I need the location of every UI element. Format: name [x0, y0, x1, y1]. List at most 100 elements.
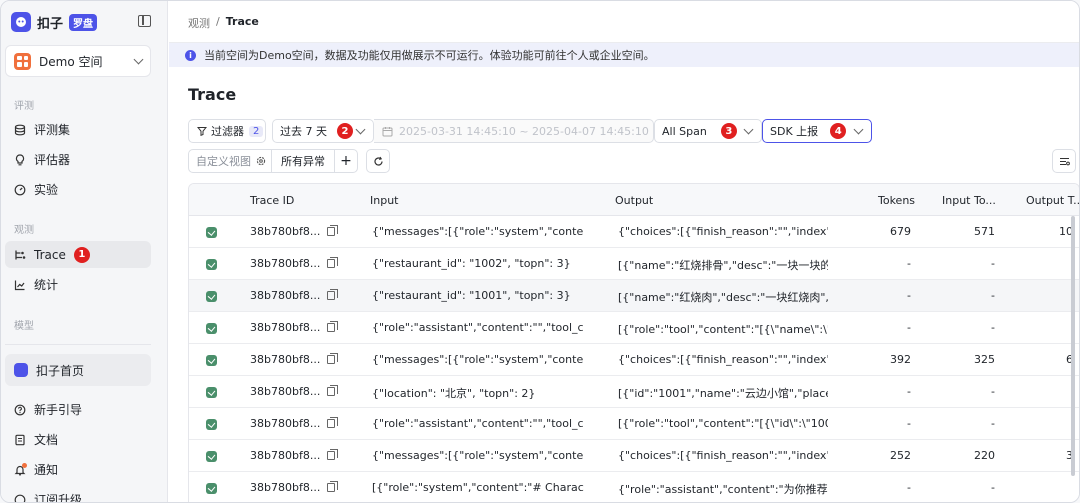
table-row[interactable]: 38b780bf8... [{"role":"system","content":… [189, 472, 1079, 502]
input-tokens-cell: 220 [974, 449, 995, 462]
col-input[interactable]: Input [370, 194, 398, 207]
bell-icon [14, 462, 27, 476]
coze-logo-icon [14, 363, 28, 377]
trace-id-cell: 38b780bf8... [250, 353, 321, 366]
sidebar-collapse-icon[interactable] [138, 15, 151, 27]
col-input-tokens[interactable]: Input To... [942, 194, 996, 207]
status-success-icon [206, 259, 217, 270]
sidebar-item-label: 实验 [34, 183, 59, 197]
input-cell: {"messages":[{"role":"system","content":… [372, 449, 584, 462]
section-eval: 评测 [14, 101, 34, 112]
copy-icon[interactable] [327, 321, 338, 332]
status-success-icon [206, 227, 217, 238]
input-tokens-cell: 325 [974, 353, 995, 366]
input-cell: {"location": "北京", "topn": 2} [372, 387, 536, 400]
col-output-tokens[interactable]: Output T... [1026, 194, 1079, 207]
chevron-down-icon [133, 54, 144, 64]
sidebar-item-evaluator[interactable]: 评估器 [5, 146, 151, 173]
brand-name: 扣子 [37, 16, 64, 32]
sidebar-item-docs[interactable]: 文档 [5, 426, 151, 453]
column-settings-button[interactable] [1052, 149, 1076, 173]
copy-icon[interactable] [327, 225, 338, 236]
all-errors-view[interactable]: 所有异常 [271, 149, 335, 173]
sidebar-item-dataset[interactable]: 评测集 [5, 116, 151, 143]
table-header: Trace ID Input Output Tokens Input To...… [189, 184, 1079, 216]
sidebar-item-label: 文档 [34, 433, 59, 447]
table-row[interactable]: 38b780bf8... {"location": "北京", "topn": 2… [189, 376, 1079, 408]
trace-id-cell: 38b780bf8... [250, 289, 321, 302]
table-row[interactable]: 38b780bf8... {"messages":[{"role":"system… [189, 440, 1079, 472]
document-icon [14, 434, 26, 446]
table-row[interactable]: 38b780bf8... {"messages":[{"role":"system… [189, 216, 1079, 248]
breadcrumb-parent[interactable]: 观测 [188, 15, 210, 31]
copy-icon[interactable] [327, 449, 338, 460]
sidebar-item-guide[interactable]: 新手引导 [5, 396, 151, 423]
table-row[interactable]: 38b780bf8... {"restaurant_id": "1002", "t… [189, 248, 1079, 280]
copy-icon[interactable] [327, 353, 338, 364]
source-select[interactable]: SDK 上报 4 [762, 119, 872, 143]
sidebar-item-experiment[interactable]: 实验 [5, 176, 151, 203]
input-cell: {"messages":[{"role":"system","content":… [372, 353, 584, 366]
annotation-badge-2: 2 [337, 123, 353, 139]
brand-badge: 罗盘 [69, 13, 98, 31]
coze-home-button[interactable]: 扣子首页 [5, 354, 151, 386]
trace-icon [14, 249, 26, 261]
table-row[interactable]: 38b780bf8... {"role":"assistant","content… [189, 408, 1079, 440]
all-errors-label: 所有异常 [281, 155, 325, 168]
sidebar: 扣子 罗盘 Demo 空间 评测 评测集 评估器 实验 观测 Trace 1 统… [1, 1, 168, 502]
trace-id-cell: 38b780bf8... [250, 481, 321, 494]
table-scrollbar[interactable] [1071, 216, 1075, 476]
brand[interactable]: 扣子 罗盘 [11, 11, 98, 33]
input-cell: {"role":"assistant","content":"","tool_c… [372, 321, 584, 334]
upgrade-icon [14, 494, 26, 502]
sidebar-item-label: Trace [34, 247, 66, 262]
filter-label: 过滤器 [211, 125, 244, 138]
space-selector[interactable]: Demo 空间 [5, 45, 151, 77]
copy-icon[interactable] [327, 257, 338, 268]
refresh-button[interactable] [366, 149, 390, 173]
copy-icon[interactable] [327, 385, 338, 396]
custom-view-button[interactable]: 自定义视图 [188, 149, 272, 173]
gauge-icon [14, 184, 26, 196]
info-icon: i [185, 49, 196, 61]
tokens-cell: 679 [890, 225, 911, 238]
col-tokens[interactable]: Tokens [878, 194, 915, 207]
filter-button[interactable]: 过滤器 2 [188, 119, 266, 143]
sidebar-item-stats[interactable]: 统计 [5, 271, 151, 298]
table-row[interactable]: 38b780bf8... {"role":"assistant","content… [189, 312, 1079, 344]
col-trace-id[interactable]: Trace ID [250, 194, 294, 207]
brand-logo-icon [11, 12, 31, 32]
input-tokens-cell: - [991, 257, 995, 270]
output-cell: [{"id":"1001","name":"云边小馆","place":"北..… [618, 387, 828, 400]
input-cell: {"restaurant_id": "1001", "topn": 3} [372, 289, 571, 302]
trace-id-cell: 38b780bf8... [250, 257, 321, 270]
date-range-picker[interactable]: 2025-03-31 14:45:10 ~ 2025-04-07 14:45:1… [374, 119, 654, 143]
time-range-value: 过去 7 天 [280, 125, 327, 138]
span-select[interactable]: All Span 3 [654, 119, 762, 143]
status-success-icon [206, 323, 217, 334]
notification-dot [22, 462, 27, 468]
table-row[interactable]: 38b780bf8... {"messages":[{"role":"system… [189, 344, 1079, 376]
refresh-icon [373, 156, 384, 167]
time-range-select[interactable]: 过去 7 天 2 [272, 119, 374, 143]
sidebar-item-label: 通知 [34, 463, 59, 477]
tokens-cell: - [907, 481, 911, 494]
input-cell: [{"role":"system","content":"# Character… [372, 481, 584, 494]
sidebar-divider [5, 344, 151, 345]
trace-id-cell: 38b780bf8... [250, 385, 321, 398]
settings-list-icon [1059, 156, 1070, 167]
date-range-value: 2025-03-31 14:45:10 ~ 2025-04-07 14:45:1… [399, 124, 649, 138]
status-success-icon [206, 355, 217, 366]
copy-icon[interactable] [327, 417, 338, 428]
col-output[interactable]: Output [615, 194, 653, 207]
sidebar-item-trace[interactable]: Trace 1 [5, 241, 151, 268]
copy-icon[interactable] [327, 289, 338, 300]
span-value: All Span [662, 124, 707, 138]
table-row[interactable]: 38b780bf8... {"restaurant_id": "1001", "t… [189, 280, 1079, 312]
chevron-down-icon [853, 124, 864, 134]
copy-icon[interactable] [327, 481, 338, 492]
tokens-cell: - [907, 417, 911, 430]
add-view-button[interactable]: + [334, 149, 358, 173]
sidebar-item-notify[interactable]: 通知 [5, 456, 151, 483]
sidebar-item-upgrade[interactable]: 订阅升级 [5, 486, 151, 502]
